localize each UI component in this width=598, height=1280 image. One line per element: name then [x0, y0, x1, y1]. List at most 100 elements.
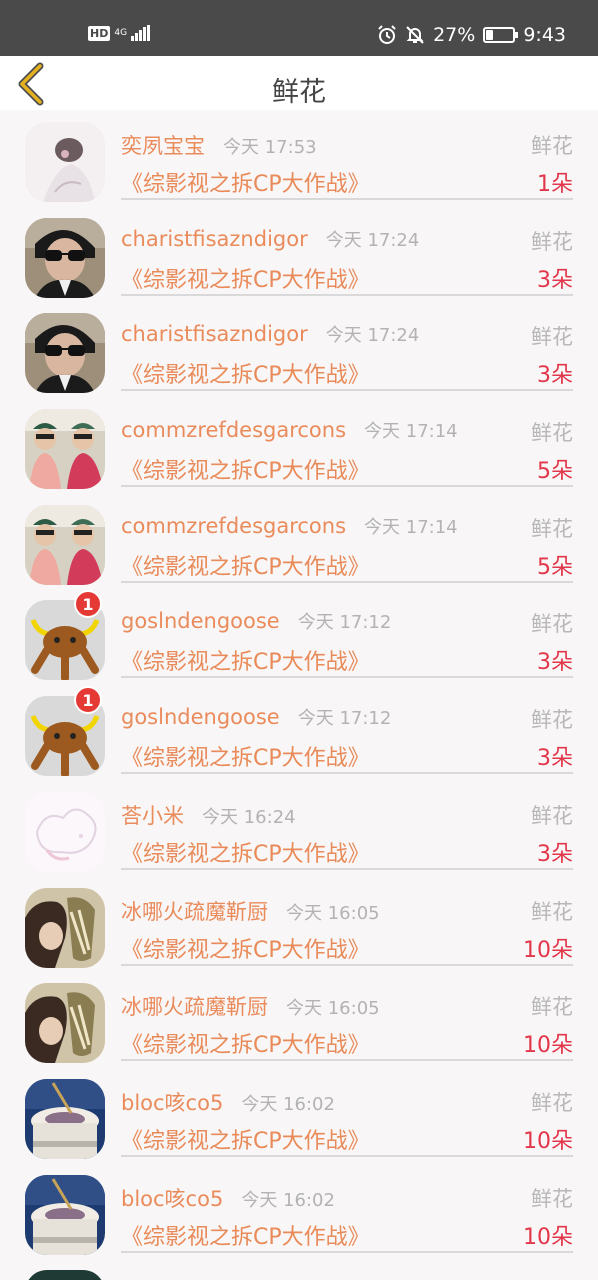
book-title-link[interactable]: 《综影视之拆CP大作战》 [121, 1123, 370, 1155]
username[interactable]: 荅小米 今天 16:24 [121, 800, 296, 830]
book-title-link[interactable]: 《综影视之拆CP大作战》 [121, 262, 370, 294]
gift-type-label: 鲜花 [531, 325, 573, 350]
timestamp: 今天 16:24 [202, 806, 296, 828]
timestamp: 今天 17:14 [364, 421, 458, 443]
avatar[interactable] [25, 791, 105, 872]
avatar[interactable] [25, 313, 105, 394]
avatar[interactable] [25, 1270, 105, 1280]
username-text[interactable]: 奕夙宝宝 [121, 134, 205, 158]
list-item[interactable]: charistfisazndigor 今天 17:24 鲜花 《综影视之拆CP大作… [0, 206, 598, 302]
row-body: commzrefdesgarcons 今天 17:14 鲜花 《综影视之拆CP大作… [121, 397, 573, 488]
username-text[interactable]: bloc咳co5 [121, 1091, 223, 1115]
row-body: 冰哪火疏魔靳厨 今天 16:05 鲜花 《综影视之拆CP大作战》 10朵 [121, 971, 573, 1062]
gift-type-label: 鲜花 [531, 1186, 573, 1211]
row-body: charistfisazndigor 今天 17:24 鲜花 《综影视之拆CP大作… [121, 301, 573, 392]
row-body: goslndengoose 今天 17:12 鲜花 《综影视之拆CP大作战》 3朵 [121, 588, 573, 679]
book-title-link[interactable]: 《综影视之拆CP大作战》 [121, 1219, 370, 1251]
book-title-link[interactable]: 《综影视之拆CP大作战》 [121, 166, 370, 198]
mute-bell-icon [406, 26, 424, 44]
page-title: 鲜花 [272, 77, 326, 108]
flower-count: 3朵 [537, 841, 573, 867]
username[interactable]: 冰哪火疏魔靳厨 今天 16:05 [121, 896, 380, 926]
row-body: bloc咳co5 今天 16:02 鲜花 《综影视之拆CP大作战》 10朵 [121, 1163, 573, 1253]
username-text[interactable]: charistfisazndigor [121, 322, 308, 346]
book-title-link[interactable]: 《综影视之拆CP大作战》 [121, 932, 370, 964]
signal-icon [131, 25, 151, 41]
flower-count: 10朵 [523, 937, 573, 963]
timestamp: 今天 16:05 [286, 902, 380, 924]
gift-type-label: 鲜花 [531, 803, 573, 828]
list-item[interactable]: commzrefdesgarcons 今天 17:14 鲜花 《综影视之拆CP大作… [0, 493, 598, 589]
gift-type-label: 鲜花 [531, 134, 573, 158]
avatar[interactable] [25, 122, 105, 202]
clock: 9:43 [523, 24, 566, 46]
list-item[interactable]: 1 goslndengoose 今天 17:12 鲜花 《综影视之拆CP大作战》 … [0, 684, 598, 780]
book-title-link[interactable]: 《综影视之拆CP大作战》 [121, 357, 370, 389]
username[interactable]: bloc咳co5 今天 16:02 [121, 1087, 335, 1117]
timestamp: 今天 17:14 [364, 516, 458, 538]
list-item[interactable]: 奕夙宝宝 今天 17:53 鲜花 《综影视之拆CP大作战》 1朵 [0, 110, 598, 206]
timestamp: 今天 16:02 [241, 1093, 335, 1115]
timestamp: 今天 16:02 [241, 1189, 335, 1211]
username-text[interactable]: goslndengoose [121, 705, 280, 729]
gift-type-label: 鲜花 [531, 421, 573, 446]
avatar[interactable] [25, 504, 105, 585]
username[interactable]: commzrefdesgarcons 今天 17:14 [121, 417, 458, 443]
list-item[interactable]: 荅小米 今天 16:24 鲜花 《综影视之拆CP大作战》 3朵 [0, 780, 598, 876]
alarm-icon [378, 25, 396, 44]
network-type: 4G [114, 27, 128, 38]
username-text[interactable]: 荅小米 [121, 804, 184, 828]
username[interactable]: charistfisazndigor 今天 17:24 [121, 321, 419, 347]
username-text[interactable]: charistfisazndigor [121, 227, 308, 251]
book-title-link[interactable]: 《综影视之拆CP大作战》 [121, 1027, 370, 1059]
avatar[interactable] [25, 1174, 105, 1255]
list-item[interactable]: commzrefdesgarcons 今天 17:14 鲜花 《综影视之拆CP大作… [0, 397, 598, 493]
gift-type-label: 鲜花 [531, 1090, 573, 1115]
username[interactable]: goslndengoose 今天 17:12 [121, 608, 391, 634]
avatar[interactable] [25, 887, 105, 968]
row-body: 冰哪火疏魔靳厨 今天 16:05 鲜花 《综影视之拆CP大作战》 10朵 [121, 876, 573, 966]
gift-list: 奕夙宝宝 今天 17:53 鲜花 《综影视之拆CP大作战》 1朵 charistf… [0, 110, 598, 1258]
battery-percent: 27% [433, 24, 476, 46]
flower-count: 5朵 [537, 459, 573, 485]
flower-count: 3朵 [537, 746, 573, 772]
username[interactable]: goslndengoose 今天 17:12 [121, 704, 391, 730]
username[interactable]: bloc咳co5 今天 16:02 [121, 1183, 335, 1213]
timestamp: 今天 17:53 [223, 137, 317, 158]
username-text[interactable]: 冰哪火疏魔靳厨 [121, 995, 268, 1019]
username[interactable]: charistfisazndigor 今天 17:24 [121, 226, 419, 252]
username-text[interactable]: commzrefdesgarcons [121, 418, 346, 442]
list-item[interactable]: bloc咳co5 今天 16:02 鲜花 《综影视之拆CP大作战》 10朵 [0, 1067, 598, 1163]
flower-count: 10朵 [523, 1224, 573, 1250]
book-title-link[interactable]: 《综影视之拆CP大作战》 [121, 549, 370, 581]
list-item[interactable]: 1 goslndengoose 今天 17:12 鲜花 《综影视之拆CP大作战》 … [0, 588, 598, 684]
timestamp: 今天 17:24 [325, 325, 420, 347]
list-item[interactable]: bloc咳co5 今天 16:02 鲜花 《综影视之拆CP大作战》 10朵 [0, 1163, 598, 1259]
username-text[interactable]: bloc咳co5 [121, 1187, 223, 1211]
username-text[interactable]: commzrefdesgarcons [121, 514, 346, 538]
username-text[interactable]: goslndengoose [121, 609, 280, 633]
book-title-link[interactable]: 《综影视之拆CP大作战》 [121, 740, 370, 772]
book-title-link[interactable]: 《综影视之拆CP大作战》 [121, 644, 370, 676]
list-item[interactable]: charistfisazndigor 今天 17:24 鲜花 《综影视之拆CP大作… [0, 301, 598, 397]
username[interactable]: 奕夙宝宝 今天 17:53 [121, 130, 317, 160]
flower-count: 5朵 [537, 554, 573, 580]
list-item[interactable]: 冰哪火疏魔靳厨 今天 16:05 鲜花 《综影视之拆CP大作战》 10朵 [0, 876, 598, 972]
avatar[interactable] [25, 217, 105, 298]
book-title-link[interactable]: 《综影视之拆CP大作战》 [121, 836, 370, 868]
row-body: commzrefdesgarcons 今天 17:14 鲜花 《综影视之拆CP大作… [121, 493, 573, 583]
avatar[interactable] [25, 983, 105, 1064]
username-text[interactable]: 冰哪火疏魔靳厨 [121, 900, 268, 924]
username[interactable]: commzrefdesgarcons 今天 17:14 [121, 513, 458, 539]
flower-count: 3朵 [537, 363, 573, 389]
book-title-link[interactable]: 《综影视之拆CP大作战》 [121, 453, 370, 485]
flower-count: 10朵 [523, 1033, 573, 1059]
username[interactable]: 冰哪火疏魔靳厨 今天 16:05 [121, 991, 380, 1021]
row-body: bloc咳co5 今天 16:02 鲜花 《综影视之拆CP大作战》 10朵 [121, 1067, 573, 1157]
gift-type-label: 鲜花 [531, 708, 573, 733]
row-body: 奕夙宝宝 今天 17:53 鲜花 《综影视之拆CP大作战》 1朵 [121, 110, 573, 200]
avatar[interactable] [25, 1078, 105, 1159]
avatar[interactable] [25, 409, 105, 490]
list-item[interactable]: 冰哪火疏魔靳厨 今天 16:05 鲜花 《综影视之拆CP大作战》 10朵 [0, 971, 598, 1067]
row-body: charistfisazndigor 今天 17:24 鲜花 《综影视之拆CP大作… [121, 206, 573, 296]
